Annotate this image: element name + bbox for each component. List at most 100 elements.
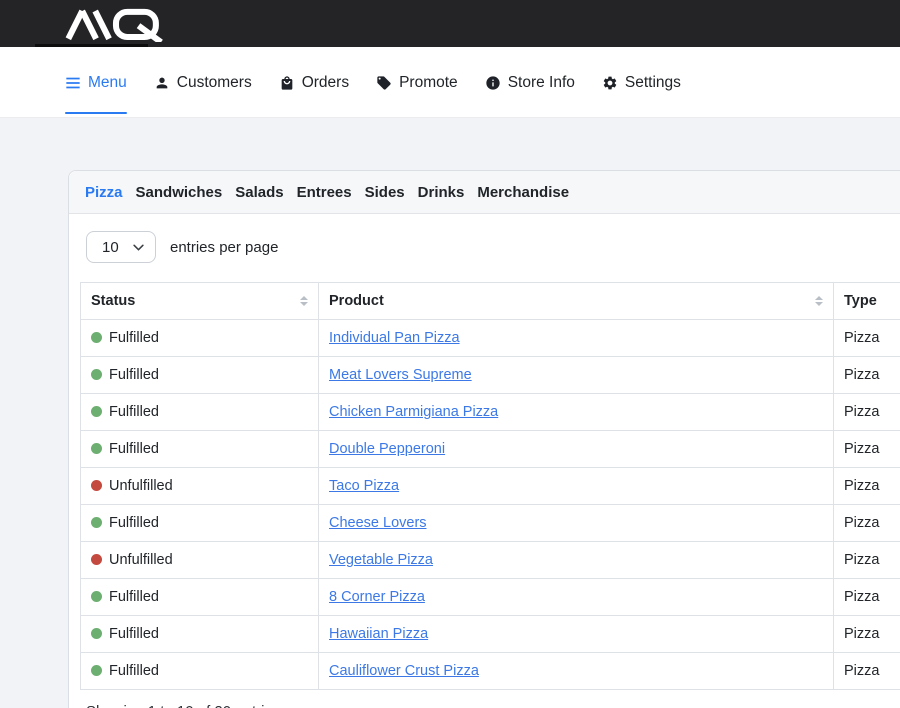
status-cell: Fulfilled (81, 505, 319, 542)
type-cell: Pizza (834, 653, 900, 690)
tab-sides[interactable]: Sides (365, 184, 405, 201)
status-dot-icon (91, 406, 102, 417)
status-label: Fulfilled (109, 404, 159, 420)
table-row: Fulfilled Cheese Lovers Pizza (81, 505, 900, 542)
column-header-status[interactable]: Status (81, 283, 319, 320)
table-row: Fulfilled Hawaiian Pizza Pizza (81, 616, 900, 653)
status-dot-icon (91, 517, 102, 528)
nav-item-menu[interactable]: Menu (65, 47, 127, 117)
type-cell: Pizza (834, 468, 900, 505)
status-label: Unfulfilled (109, 478, 173, 494)
nav-label: Store Info (508, 74, 575, 92)
gear-icon (602, 75, 618, 91)
tab-pizza[interactable]: Pizza (85, 184, 123, 201)
tab-merchandise[interactable]: Merchandise (477, 184, 569, 201)
sort-icon[interactable] (300, 296, 308, 306)
type-cell: Pizza (834, 579, 900, 616)
product-cell: Hawaiian Pizza (319, 616, 834, 653)
nav-label: Settings (625, 74, 681, 92)
status-dot-icon (91, 332, 102, 343)
product-link[interactable]: Meat Lovers Supreme (329, 367, 472, 383)
product-cell: Double Pepperoni (319, 431, 834, 468)
table-row: Unfulfilled Taco Pizza Pizza (81, 468, 900, 505)
product-link[interactable]: Taco Pizza (329, 478, 399, 494)
nav-item-settings[interactable]: Settings (602, 47, 681, 117)
nav-item-store-info[interactable]: Store Info (485, 47, 575, 117)
tab-drinks[interactable]: Drinks (418, 184, 465, 201)
type-cell: Pizza (834, 505, 900, 542)
product-link[interactable]: Vegetable Pizza (329, 552, 433, 568)
nav-item-promote[interactable]: Promote (376, 47, 458, 117)
hamburger-icon (65, 75, 81, 91)
tag-icon (376, 75, 392, 91)
type-cell: Pizza (834, 542, 900, 579)
nav-label: Orders (302, 74, 349, 92)
product-link[interactable]: 8 Corner Pizza (329, 589, 425, 605)
status-label: Unfulfilled (109, 552, 173, 568)
nav-item-customers[interactable]: Customers (154, 47, 252, 117)
type-cell: Pizza (834, 320, 900, 357)
card-body: 10 entries per page Status Prod (69, 214, 900, 708)
table-row: Unfulfilled Vegetable Pizza Pizza (81, 542, 900, 579)
status-dot-icon (91, 628, 102, 639)
status-dot-icon (91, 554, 102, 565)
main-nav: Menu Customers Orders Promote Store Info… (0, 47, 900, 118)
type-cell: Pizza (834, 616, 900, 653)
sort-icon[interactable] (815, 296, 823, 306)
product-cell: 8 Corner Pizza (319, 579, 834, 616)
product-cell: Vegetable Pizza (319, 542, 834, 579)
tab-sandwiches[interactable]: Sandwiches (136, 184, 223, 201)
entries-per-page-row: 10 entries per page (86, 231, 900, 263)
aiq-logo (64, 6, 168, 42)
table-row: Fulfilled Chicken Parmigiana Pizza Pizza (81, 394, 900, 431)
products-table: Status Product Type FulfilledIndiv (80, 282, 900, 690)
nav-label: Promote (399, 74, 458, 92)
type-cell: Pizza (834, 394, 900, 431)
product-link[interactable]: Individual Pan Pizza (329, 330, 460, 346)
table-row: Fulfilled Cauliflower Crust Pizza Pizza (81, 653, 900, 690)
product-cell: Cheese Lovers (319, 505, 834, 542)
product-link[interactable]: Chicken Parmigiana Pizza (329, 404, 498, 420)
table-summary: Showing 1 to 10 of 20 entries (86, 703, 900, 708)
type-cell: Pizza (834, 431, 900, 468)
status-cell: Fulfilled (81, 653, 319, 690)
type-cell: Pizza (834, 357, 900, 394)
product-cell: Meat Lovers Supreme (319, 357, 834, 394)
status-cell: Fulfilled (81, 616, 319, 653)
table-row: Fulfilled Meat Lovers Supreme Pizza (81, 357, 900, 394)
product-link[interactable]: Double Pepperoni (329, 441, 445, 457)
product-link[interactable]: Cauliflower Crust Pizza (329, 663, 479, 679)
product-cell: Chicken Parmigiana Pizza (319, 394, 834, 431)
status-cell: Fulfilled (81, 320, 319, 357)
tab-entrees[interactable]: Entrees (297, 184, 352, 201)
nav-item-orders[interactable]: Orders (279, 47, 349, 117)
status-cell: Fulfilled (81, 357, 319, 394)
status-label: Fulfilled (109, 589, 159, 605)
status-dot-icon (91, 369, 102, 380)
table-row: Fulfilled Double Pepperoni Pizza (81, 431, 900, 468)
product-link[interactable]: Hawaiian Pizza (329, 626, 428, 642)
status-label: Fulfilled (109, 441, 159, 457)
status-dot-icon (91, 665, 102, 676)
entries-per-page-label: entries per page (170, 239, 278, 256)
status-dot-icon (91, 443, 102, 454)
nav-label: Menu (88, 74, 127, 92)
product-cell: Individual Pan Pizza (319, 320, 834, 357)
status-label: Fulfilled (109, 626, 159, 642)
table-header-row: Status Product Type (81, 283, 900, 320)
status-label: Fulfilled (109, 663, 159, 679)
nav-label: Customers (177, 74, 252, 92)
product-link[interactable]: Cheese Lovers (329, 515, 427, 531)
top-app-bar (0, 0, 900, 47)
product-cell: Cauliflower Crust Pizza (319, 653, 834, 690)
column-header-product[interactable]: Product (319, 283, 834, 320)
table-row: Fulfilled 8 Corner Pizza Pizza (81, 579, 900, 616)
status-cell: Fulfilled (81, 394, 319, 431)
shopping-bag-icon (279, 75, 295, 91)
status-label: Fulfilled (109, 367, 159, 383)
entries-select-value: 10 (87, 239, 119, 256)
column-header-type[interactable]: Type (834, 283, 900, 320)
tab-salads[interactable]: Salads (235, 184, 283, 201)
entries-per-page-select[interactable]: 10 (86, 231, 156, 263)
status-label: Fulfilled (109, 515, 159, 531)
